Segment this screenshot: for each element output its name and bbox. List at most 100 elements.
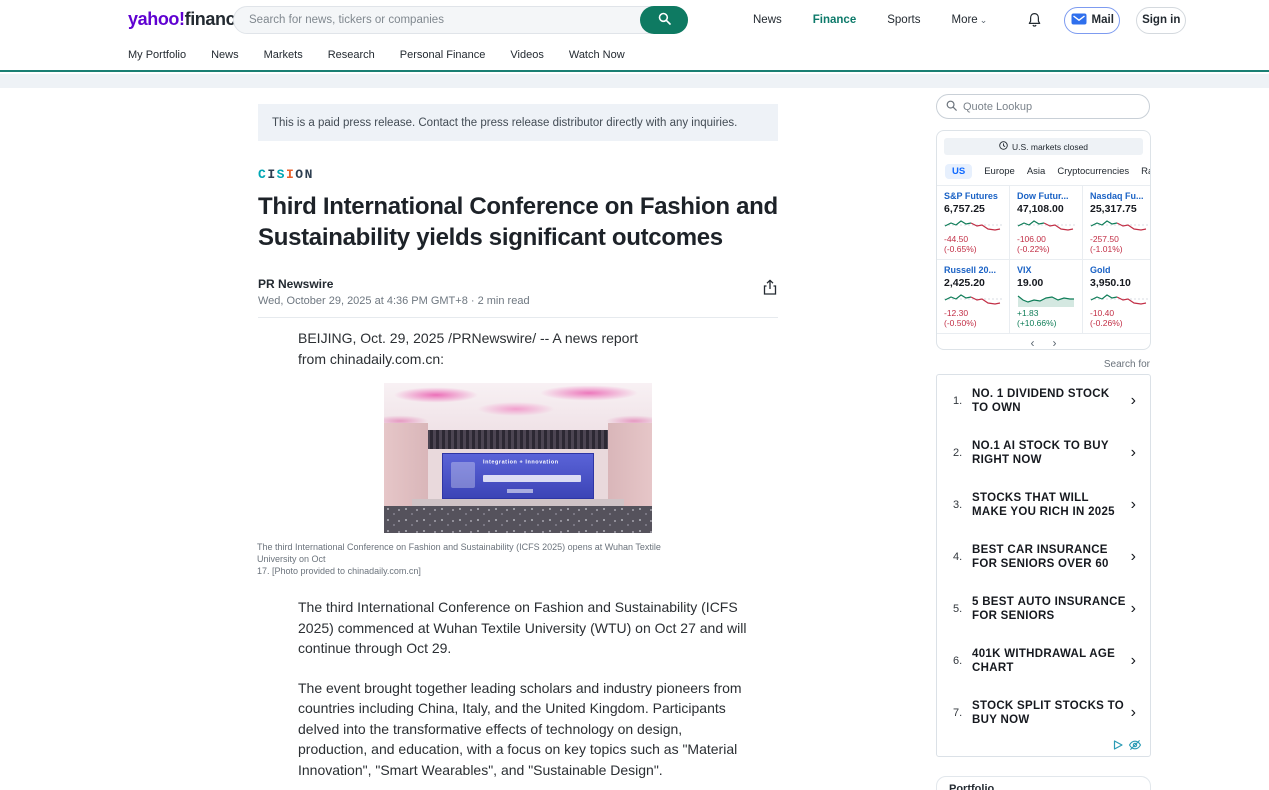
tile-change-percent: (-0.50%)	[944, 318, 1002, 328]
sponsored-item-number: 3.	[953, 499, 972, 511]
tile-change-percent: (-1.01%)	[1090, 244, 1148, 254]
top-header: yahoo!finance News Finance Sports More⌄ Mai…	[0, 0, 1269, 40]
sponsored-item[interactable]: 3.STOCKS THAT WILL MAKE YOU RICH IN 2025…	[937, 479, 1150, 531]
sign-in-button[interactable]: Sign in	[1136, 7, 1186, 34]
tile-value: 25,317.75	[1090, 203, 1148, 215]
tile-change: -257.50	[1090, 234, 1148, 244]
subnav-item-my-portfolio[interactable]: My Portfolio	[128, 49, 186, 61]
subnav-item-videos[interactable]: Videos	[510, 49, 543, 61]
header-nav-more[interactable]: More⌄	[951, 14, 987, 26]
paid-press-release-notice: This is a paid press release. Contact th…	[258, 104, 778, 141]
subnav-item-research[interactable]: Research	[328, 49, 375, 61]
tile-change-percent: (-0.26%)	[1090, 318, 1148, 328]
byline-row: PR Newswire Wed, October 29, 2025 at 4:3…	[258, 277, 778, 307]
market-tab-us[interactable]: US	[945, 164, 972, 179]
market-carousel: ‹ ›	[937, 334, 1150, 350]
image-caption: The third International Conference on Fa…	[257, 541, 693, 577]
market-tab-rates[interactable]: Rates	[1141, 166, 1150, 177]
sponsored-item-label: 401K WITHDRAWAL AGE CHART	[972, 647, 1131, 675]
byline-info: PR Newswire Wed, October 29, 2025 at 4:3…	[258, 277, 530, 307]
cision-letter: C	[258, 167, 267, 182]
tile-sparkline	[944, 290, 1002, 308]
chevron-right-icon: ›	[1131, 600, 1140, 618]
sponsored-item-label: 5 BEST AUTO INSURANCE FOR SENIORS	[972, 595, 1131, 623]
tile-symbol: VIX	[1017, 265, 1075, 275]
tile-symbol: Nasdaq Fu...	[1090, 191, 1148, 201]
sponsored-item[interactable]: 2.NO.1 AI STOCK TO BUY RIGHT NOW›	[937, 427, 1150, 479]
market-tab-europe[interactable]: Europe	[984, 166, 1015, 177]
market-status-bar: U.S. markets closed	[944, 138, 1143, 155]
sponsored-item[interactable]: 5.5 BEST AUTO INSURANCE FOR SENIORS›	[937, 583, 1150, 635]
header-nav-finance[interactable]: Finance	[813, 14, 856, 26]
cision-letter: I	[267, 167, 276, 182]
header-right-nav: News Finance Sports More⌄ Mail Sign in	[722, 0, 1186, 40]
subnav-item-watch-now[interactable]: Watch Now	[569, 49, 625, 61]
mail-button[interactable]: Mail	[1064, 7, 1120, 34]
carousel-next-icon[interactable]: ›	[1053, 337, 1057, 349]
sponsored-item[interactable]: 1.NO. 1 DIVIDEND STOCK TO OWN›	[937, 375, 1150, 427]
search-icon	[658, 12, 671, 28]
photo-stage-truss	[400, 430, 636, 449]
subnav-item-markets[interactable]: Markets	[264, 49, 303, 61]
tile-value: 47,108.00	[1017, 203, 1075, 215]
tile-change-percent: (-0.65%)	[944, 244, 1002, 254]
portfolio-title: Portfolio	[949, 783, 994, 790]
carousel-prev-icon[interactable]: ‹	[1031, 337, 1035, 349]
article-body: BEIJING, Oct. 29, 2025 /PRNewswire/ -- A…	[298, 328, 758, 369]
yahoo-finance-logo[interactable]: yahoo!finance	[128, 9, 245, 30]
market-tile-vix[interactable]: VIX19.00+1.83(+10.66%)	[1010, 260, 1083, 334]
cision-letter: I	[286, 167, 295, 182]
tile-sparkline	[944, 216, 1002, 234]
sponsored-item[interactable]: 7.STOCK SPLIT STOCKS TO BUY NOW›	[937, 687, 1150, 739]
sponsored-item-number: 6.	[953, 655, 972, 667]
photo-wall-left	[384, 423, 428, 509]
byline-source[interactable]: PR Newswire	[258, 277, 530, 291]
notifications-bell-icon[interactable]	[1027, 12, 1042, 28]
market-tile-nasdaq-fu[interactable]: Nasdaq Fu... 25,317.75 -257.50(-1.01%)	[1083, 186, 1151, 260]
sponsored-item-number: 1.	[953, 395, 972, 407]
share-icon	[762, 279, 778, 301]
tile-change: -44.50	[944, 234, 1002, 244]
cision-logo[interactable]: CISION	[258, 167, 778, 182]
hide-ad-eye-icon[interactable]	[1128, 739, 1142, 751]
ad-choices-icon[interactable]	[1112, 739, 1124, 751]
photo-screen-title-bar	[483, 475, 581, 482]
sponsored-item-label: BEST CAR INSURANCE FOR SENIORS OVER 60	[972, 543, 1131, 571]
sponsored-search-for-label: Search for	[936, 359, 1150, 370]
market-tile-gold[interactable]: Gold3,950.10-10.40(-0.26%)	[1083, 260, 1151, 334]
market-tile-s-p-futures[interactable]: S&P Futures6,757.25-44.50(-0.65%)	[937, 186, 1010, 260]
market-tile-russell-20[interactable]: Russell 20...2,425.20-12.30(-0.50%)	[937, 260, 1010, 334]
sponsored-item[interactable]: 6.401K WITHDRAWAL AGE CHART›	[937, 635, 1150, 687]
header-nav-sports[interactable]: Sports	[887, 14, 920, 26]
chevron-right-icon: ›	[1131, 704, 1140, 722]
tile-value: 6,757.25	[944, 203, 1002, 215]
cision-letter: O	[295, 167, 304, 182]
subnav: My Portfolio News Markets Research Personal …	[0, 40, 1269, 72]
header-nav-news[interactable]: News	[753, 14, 782, 26]
tile-change: -106.00	[1017, 234, 1075, 244]
chevron-right-icon: ›	[1131, 444, 1140, 462]
subnav-item-personal-finance[interactable]: Personal Finance	[400, 49, 486, 61]
market-status-text: U.S. markets closed	[1012, 142, 1088, 152]
ad-choices-row	[937, 739, 1150, 756]
sponsored-item[interactable]: 4.BEST CAR INSURANCE FOR SENIORS OVER 60…	[937, 531, 1150, 583]
sponsored-item-number: 4.	[953, 551, 972, 563]
markets-widget: U.S. markets closed US Europe Asia Cryptocu…	[936, 130, 1151, 350]
sponsored-item-number: 5.	[953, 603, 972, 615]
caret-down-icon: ⌄	[980, 15, 988, 25]
search-input[interactable]	[234, 14, 640, 26]
yahoo-finance-page: yahoo!finance News Finance Sports More⌄ Mai…	[0, 0, 1269, 790]
sponsored-item-label: STOCKS THAT WILL MAKE YOU RICH IN 2025	[972, 491, 1131, 519]
quote-lookup-search-icon	[946, 98, 957, 116]
clock-icon	[999, 141, 1008, 152]
logo-yahoo: yahoo!	[128, 9, 185, 29]
market-tab-cryptocurrencies[interactable]: Cryptocurrencies	[1057, 166, 1129, 177]
mail-label: Mail	[1092, 14, 1114, 26]
market-tab-asia[interactable]: Asia	[1027, 166, 1045, 177]
market-tile-dow-futur[interactable]: Dow Futur...47,108.00-106.00(-0.22%)	[1010, 186, 1083, 260]
search-button[interactable]	[640, 6, 688, 34]
quote-lookup	[936, 94, 1150, 119]
quote-lookup-input[interactable]	[957, 101, 1149, 113]
share-button[interactable]	[762, 279, 778, 301]
subnav-item-news[interactable]: News	[211, 49, 239, 61]
